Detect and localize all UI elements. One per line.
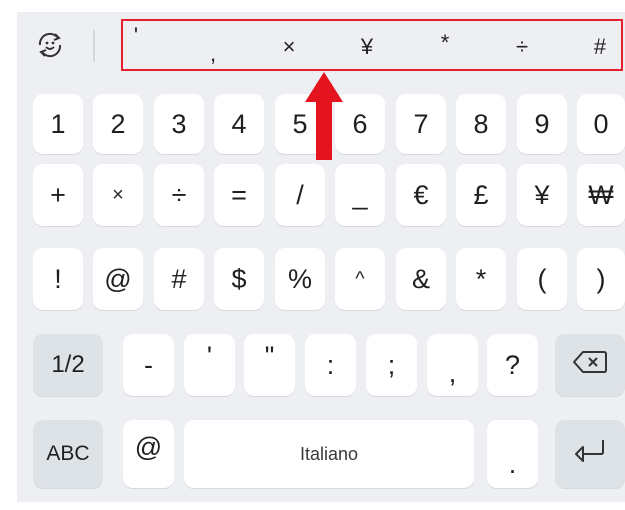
key-yen[interactable]: ¥ (517, 164, 567, 226)
at-key[interactable]: @ (123, 420, 174, 488)
key-2[interactable]: 2 (93, 94, 143, 154)
key-plus[interactable]: + (33, 164, 83, 226)
key-comma[interactable]: , (427, 334, 478, 396)
key-0[interactable]: 0 (577, 94, 625, 154)
key-9[interactable]: 9 (517, 94, 567, 154)
key-caret[interactable]: ^ (335, 248, 385, 310)
key-euro[interactable]: € (396, 164, 446, 226)
key-pound[interactable]: £ (456, 164, 506, 226)
key-question[interactable]: ? (487, 334, 538, 396)
symbol-apostrophe[interactable]: ' (121, 21, 151, 69)
key-apostrophe[interactable]: ' (184, 334, 235, 396)
symbol-suggestion-bar: ' , × ¥ * ÷ # (17, 12, 625, 78)
key-at[interactable]: @ (93, 248, 143, 310)
symbol-multiply[interactable]: × (274, 21, 304, 69)
backspace-key[interactable] (555, 334, 625, 396)
red-up-arrow-icon (304, 70, 344, 162)
symbol-divide[interactable]: ÷ (507, 21, 537, 69)
key-dollar[interactable]: $ (214, 248, 264, 310)
backspace-icon (573, 350, 607, 381)
key-quote[interactable]: " (244, 334, 295, 396)
symbol-hash[interactable]: # (585, 21, 615, 69)
key-divide[interactable]: ÷ (154, 164, 204, 226)
key-hyphen[interactable]: - (123, 334, 174, 396)
symbol-yen[interactable]: ¥ (352, 21, 382, 69)
enter-key[interactable] (555, 420, 625, 488)
key-4[interactable]: 4 (214, 94, 264, 154)
key-exclamation[interactable]: ! (33, 248, 83, 310)
divider (93, 30, 95, 62)
key-1[interactable]: 1 (33, 94, 83, 154)
page-toggle-key[interactable]: 1/2 (33, 334, 103, 396)
key-slash[interactable]: / (275, 164, 325, 226)
key-3[interactable]: 3 (154, 94, 204, 154)
key-won[interactable]: ₩ (577, 164, 625, 226)
key-percent[interactable]: % (275, 248, 325, 310)
abc-key[interactable]: ABC (33, 420, 103, 488)
period-key[interactable]: . (487, 420, 538, 488)
highlighted-symbol-strip: ' , × ¥ * ÷ # (121, 19, 623, 71)
key-ampersand[interactable]: & (396, 248, 446, 310)
symbol-asterisk[interactable]: * (430, 21, 460, 69)
space-key[interactable]: Italiano (184, 420, 474, 488)
key-8[interactable]: 8 (456, 94, 506, 154)
key-7[interactable]: 7 (396, 94, 446, 154)
key-equals[interactable]: = (214, 164, 264, 226)
key-asterisk[interactable]: * (456, 248, 506, 310)
key-open-paren[interactable]: ( (517, 248, 567, 310)
smiley-refresh-icon[interactable] (33, 28, 67, 62)
key-semicolon[interactable]: ; (366, 334, 417, 396)
enter-icon (573, 438, 607, 471)
symbol-comma[interactable]: , (198, 21, 228, 69)
key-multiply[interactable]: × (93, 164, 143, 226)
key-close-paren[interactable]: ) (577, 248, 625, 310)
key-underscore[interactable]: _ (335, 164, 385, 226)
key-colon[interactable]: : (305, 334, 356, 396)
key-hash[interactable]: # (154, 248, 204, 310)
